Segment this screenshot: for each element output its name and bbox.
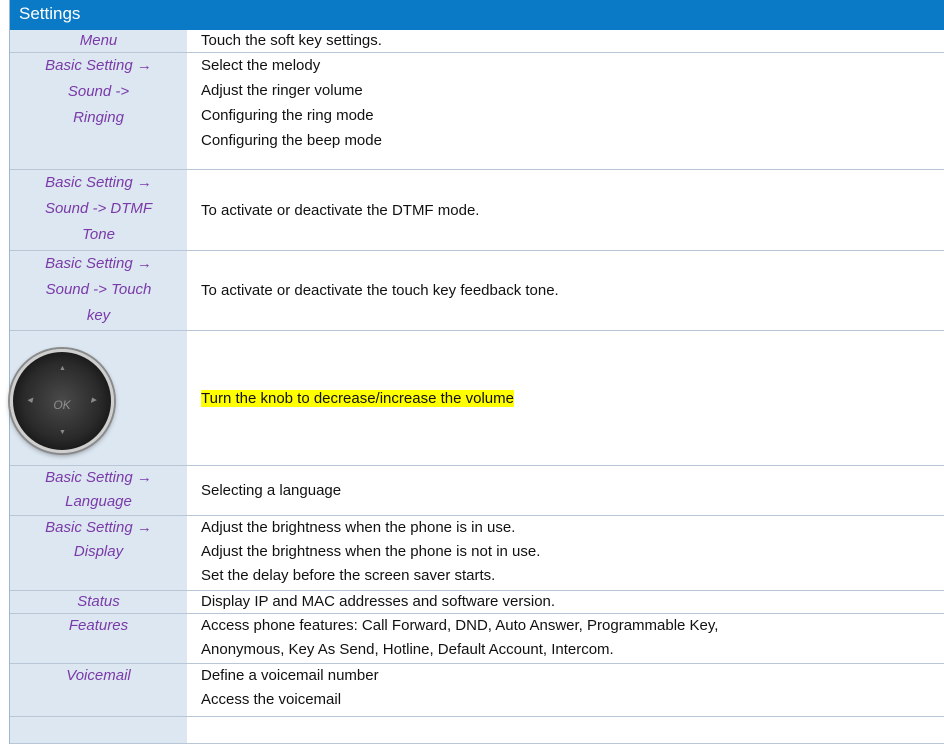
path-line: Basic Setting → xyxy=(45,174,152,191)
setting-path: Status xyxy=(10,591,187,613)
setting-path: Features xyxy=(10,614,187,663)
setting-description: Adjust the brightness when the phone is … xyxy=(187,516,944,590)
setting-path: Basic Setting → Display xyxy=(10,516,187,590)
setting-description: Selecting a language xyxy=(187,466,944,515)
table-row: Features Access phone features: Call For… xyxy=(10,614,944,664)
arrow-down-icon: ▼ xyxy=(59,429,66,436)
empty-path-cell xyxy=(10,717,187,743)
highlighted-description: Turn the knob to decrease/increase the v… xyxy=(201,389,514,407)
empty-description-cell xyxy=(187,717,944,743)
ok-label: OK xyxy=(53,398,71,412)
table-row: Voicemail Define a voicemail number Acce… xyxy=(10,664,944,717)
table-row: Menu Touch the soft key settings. xyxy=(10,30,944,53)
path-line: Basic Setting → xyxy=(45,57,152,74)
settings-table: Settings Menu Touch the soft key setting… xyxy=(9,0,944,744)
path-line: key xyxy=(86,307,111,324)
path-line: Sound -> xyxy=(67,83,130,100)
path-line: Basic Setting → xyxy=(45,255,152,272)
description-line: Access the voicemail xyxy=(201,691,342,708)
path-line: Voicemail xyxy=(66,667,131,684)
path-line: Sound -> Touch xyxy=(45,281,152,298)
setting-path: Basic Setting → Sound -> Touch key xyxy=(10,251,187,330)
knob-cell: ▲ ▼ ◀ ▶ OK xyxy=(10,331,187,465)
description-line: Define a voicemail number xyxy=(201,667,379,684)
setting-path: Basic Setting → Sound -> DTMF Tone xyxy=(10,170,187,250)
description-line: Configuring the ring mode xyxy=(201,107,374,124)
description-line: Touch the soft key settings. xyxy=(201,32,382,49)
setting-path: Menu xyxy=(10,30,187,52)
table-title: Settings xyxy=(9,0,944,30)
path-line: Features xyxy=(68,617,129,634)
description-line: Adjust the ringer volume xyxy=(201,82,363,99)
setting-description: To activate or deactivate the DTMF mode. xyxy=(187,170,944,250)
setting-path: Basic Setting → Language xyxy=(10,466,187,515)
setting-description: Display IP and MAC addresses and softwar… xyxy=(187,591,944,613)
path-line: Language xyxy=(65,493,132,510)
path-line: Display xyxy=(73,543,124,560)
setting-path: Voicemail xyxy=(10,664,187,716)
description-line: To activate or deactivate the touch key … xyxy=(201,282,559,299)
path-line: Ringing xyxy=(73,109,124,126)
setting-description: To activate or deactivate the touch key … xyxy=(187,251,944,330)
description-line: Adjust the brightness when the phone is … xyxy=(201,519,516,536)
setting-description: Select the melody Adjust the ringer volu… xyxy=(187,53,944,169)
setting-path: Basic Setting → Sound -> Ringing xyxy=(10,53,187,169)
description-line: Select the melody xyxy=(201,57,321,74)
path-line: Basic Setting → xyxy=(45,469,152,486)
table-row: Status Display IP and MAC addresses and … xyxy=(10,591,944,614)
table-row: Basic Setting → Sound -> Ringing Select … xyxy=(10,53,944,170)
table-row: ▲ ▼ ◀ ▶ OK Turn the knob to decrease/inc… xyxy=(10,331,944,466)
description-line: Display IP and MAC addresses and softwar… xyxy=(201,593,556,610)
description-line: Anonymous, Key As Send, Hotline, Default… xyxy=(201,641,614,658)
description-line: Access phone features: Call Forward, DND… xyxy=(201,617,719,634)
table-row: Basic Setting → Sound -> DTMF Tone To ac… xyxy=(10,170,944,251)
setting-description: Access phone features: Call Forward, DND… xyxy=(187,614,944,663)
description-line: Set the delay before the screen saver st… xyxy=(201,567,496,584)
description-line: To activate or deactivate the DTMF mode. xyxy=(201,201,480,219)
table-row: Basic Setting → Language Selecting a lan… xyxy=(10,466,944,516)
table-row: Basic Setting → Sound -> Touch key To ac… xyxy=(10,251,944,331)
path-line: Status xyxy=(77,593,120,610)
path-line: Basic Setting → xyxy=(45,519,152,536)
setting-description: Define a voicemail number Access the voi… xyxy=(187,664,944,716)
path-line: Menu xyxy=(79,32,118,49)
description-line: Selecting a language xyxy=(201,482,342,499)
navigation-knob-icon: ▲ ▼ ◀ ▶ OK xyxy=(10,349,114,453)
settings-grid: Menu Touch the soft key settings. Basic … xyxy=(9,30,944,744)
description-line: Adjust the brightness when the phone is … xyxy=(201,543,541,560)
table-row xyxy=(10,717,944,744)
description-line: Configuring the beep mode xyxy=(201,132,382,149)
path-line: Tone xyxy=(82,226,115,243)
path-line: Sound -> DTMF xyxy=(44,200,153,217)
arrow-up-icon: ▲ xyxy=(59,365,66,372)
setting-description: Touch the soft key settings. xyxy=(187,30,944,52)
setting-description: Turn the knob to decrease/increase the v… xyxy=(187,331,944,465)
table-row: Basic Setting → Display Adjust the brigh… xyxy=(10,516,944,591)
